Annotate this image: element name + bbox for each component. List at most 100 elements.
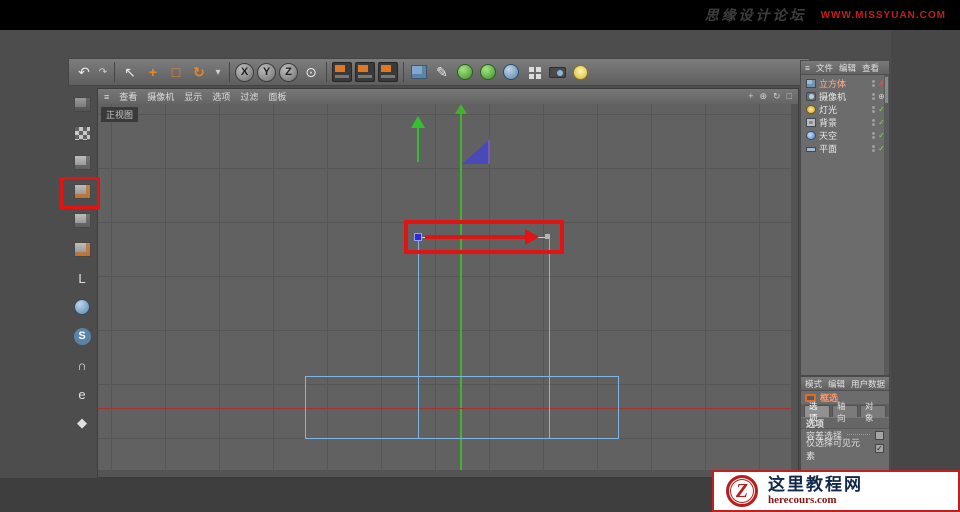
- object-row-camera[interactable]: 摄像机 ⊕: [801, 90, 889, 103]
- mograph-icon: [457, 64, 473, 80]
- simulation-button[interactable]: [477, 61, 499, 83]
- site-url: herecours.com: [768, 494, 837, 507]
- add-cube-button[interactable]: [408, 61, 430, 83]
- object-name[interactable]: 摄像机: [819, 90, 846, 103]
- am-menu-userdata[interactable]: 用户数据: [851, 378, 885, 390]
- undo-icon[interactable]: ↶: [73, 61, 95, 83]
- mograph-button[interactable]: [454, 61, 476, 83]
- scrollbar-thumb[interactable]: [885, 77, 888, 103]
- workplane-icon[interactable]: ◆: [69, 411, 95, 435]
- redo-icon[interactable]: ↷: [96, 61, 110, 83]
- camera-button[interactable]: [546, 61, 568, 83]
- texture-mode-button[interactable]: [69, 150, 95, 174]
- am-menu-mode[interactable]: 模式: [805, 378, 822, 390]
- object-name[interactable]: 立方体: [819, 77, 846, 90]
- last-tool-dropdown-icon[interactable]: ▾: [211, 61, 225, 83]
- polygon-mode-button[interactable]: [69, 208, 95, 232]
- magnet-icon[interactable]: ∩: [69, 353, 95, 377]
- tab-options[interactable]: 选项: [804, 401, 830, 423]
- visibility-dots-icon[interactable]: [872, 93, 875, 100]
- rotate-tool-icon[interactable]: ↻: [188, 61, 210, 83]
- array-icon: [528, 66, 534, 72]
- snap-icon: S: [73, 327, 91, 345]
- viewport-horizontal-scrollbar[interactable]: [98, 470, 791, 477]
- lock-x-button[interactable]: X: [235, 62, 254, 82]
- background-object-icon: [806, 118, 816, 127]
- environment-button[interactable]: [500, 61, 522, 83]
- object-name[interactable]: 天空: [819, 129, 837, 142]
- maximize-icon[interactable]: □: [787, 91, 792, 102]
- lock-z-button[interactable]: Z: [279, 62, 298, 82]
- visibility-dots-icon[interactable]: [872, 119, 875, 126]
- array-button[interactable]: [523, 61, 545, 83]
- viewport-menu-view[interactable]: 查看: [119, 90, 137, 103]
- spline-edit-button[interactable]: [69, 295, 95, 319]
- object-name[interactable]: 灯光: [819, 103, 837, 116]
- tolerance-checkbox[interactable]: [875, 431, 884, 440]
- viewport-menu-display[interactable]: 显示: [184, 90, 202, 103]
- object-manager-scrollbar[interactable]: [884, 75, 889, 375]
- om-menu-view[interactable]: 查看: [862, 62, 879, 74]
- object-name[interactable]: 平面: [819, 142, 837, 155]
- lock-y-button[interactable]: Y: [257, 62, 276, 82]
- move-handle-plane[interactable]: [462, 139, 490, 164]
- scale-tool-icon[interactable]: □: [165, 61, 187, 83]
- mesh-check-icon[interactable]: e: [69, 382, 95, 406]
- toolbar-separator: [229, 62, 230, 82]
- viewport-menu-panel[interactable]: 面板: [268, 90, 286, 103]
- viewport-menubar: ≡ 查看 摄像机 显示 选项 过滤 面板 + ⊕ ↻ □: [98, 89, 798, 104]
- light-button[interactable]: [569, 61, 591, 83]
- object-row-cube[interactable]: 立方体 ✗: [801, 77, 889, 90]
- viewport-menu-filter[interactable]: 过滤: [240, 90, 258, 103]
- visibility-dots-icon[interactable]: [872, 145, 875, 152]
- orbit-icon[interactable]: ↻: [773, 91, 781, 102]
- viewport-canvas[interactable]: 正视图: [98, 104, 798, 477]
- object-name[interactable]: 背景: [819, 116, 837, 129]
- visible-only-checkbox[interactable]: ✓: [875, 444, 884, 453]
- viewport-vertical-scrollbar[interactable]: [791, 104, 798, 470]
- site-logo: Z: [726, 475, 758, 507]
- annotation-box-mode: [60, 177, 100, 209]
- visibility-dots-icon[interactable]: [872, 132, 875, 139]
- om-menu-edit[interactable]: 编辑: [839, 62, 856, 74]
- live-selection-icon[interactable]: ↖: [119, 61, 141, 83]
- attribute-menubar: 模式 编辑 用户数据: [801, 377, 889, 391]
- render-settings-button[interactable]: [378, 62, 398, 82]
- coordinate-system-icon[interactable]: ⊙: [300, 61, 322, 83]
- visibility-dots-icon[interactable]: [872, 80, 875, 87]
- tab-object[interactable]: 对象: [860, 401, 886, 423]
- om-menu-file[interactable]: 文件: [816, 62, 833, 74]
- object-row-plane[interactable]: 平面 ✓: [801, 142, 889, 155]
- model-mode-button[interactable]: [69, 121, 95, 145]
- viewport-menu-cameras[interactable]: 摄像机: [147, 90, 174, 103]
- object-list: 立方体 ✗ 摄像机 ⊕ 灯光 ✓ 背景 ✓ 天空 ✓ 平面 ✓: [801, 75, 889, 155]
- point-mode-button[interactable]: [69, 237, 95, 261]
- object-row-sky[interactable]: 天空 ✓: [801, 129, 889, 142]
- snap-button[interactable]: S: [69, 324, 95, 348]
- render-view-button[interactable]: [332, 62, 352, 82]
- render-picture-viewer-button[interactable]: [355, 62, 375, 82]
- viewport-layout-icon[interactable]: ≡: [104, 92, 109, 102]
- om-grid-icon[interactable]: ≡: [805, 63, 810, 73]
- axis-mode-icon[interactable]: L: [69, 266, 95, 290]
- visibility-dots-icon[interactable]: [872, 106, 875, 113]
- zoom-icon[interactable]: ⊕: [759, 91, 767, 102]
- object-row-background[interactable]: 背景 ✓: [801, 116, 889, 129]
- viewport-menu-options[interactable]: 选项: [212, 90, 230, 103]
- tab-axis[interactable]: 轴向: [832, 401, 858, 423]
- object-row-light[interactable]: 灯光 ✓: [801, 103, 889, 116]
- move-handle-y-arrow[interactable]: [411, 116, 425, 162]
- environment-icon: [503, 64, 519, 80]
- main-toolbar: ↶ ↷ ↖ + □ ↻ ▾ X Y Z ⊙ ✎: [68, 58, 810, 86]
- viewport[interactable]: ≡ 查看 摄像机 显示 选项 过滤 面板 + ⊕ ↻ □ 正视图: [97, 88, 799, 478]
- camera-icon: [548, 66, 566, 78]
- pan-icon[interactable]: +: [748, 91, 753, 102]
- move-tool-icon[interactable]: +: [142, 61, 164, 83]
- site-watermark: Z 这里教程网 herecours.com: [712, 470, 960, 512]
- pen-tool-icon[interactable]: ✎: [431, 61, 453, 83]
- make-editable-button[interactable]: [69, 92, 95, 116]
- am-menu-edit[interactable]: 编辑: [828, 378, 845, 390]
- dotted-leader: [847, 433, 870, 435]
- view-label[interactable]: 正视图: [101, 107, 139, 122]
- plane-wireframe[interactable]: [305, 376, 619, 439]
